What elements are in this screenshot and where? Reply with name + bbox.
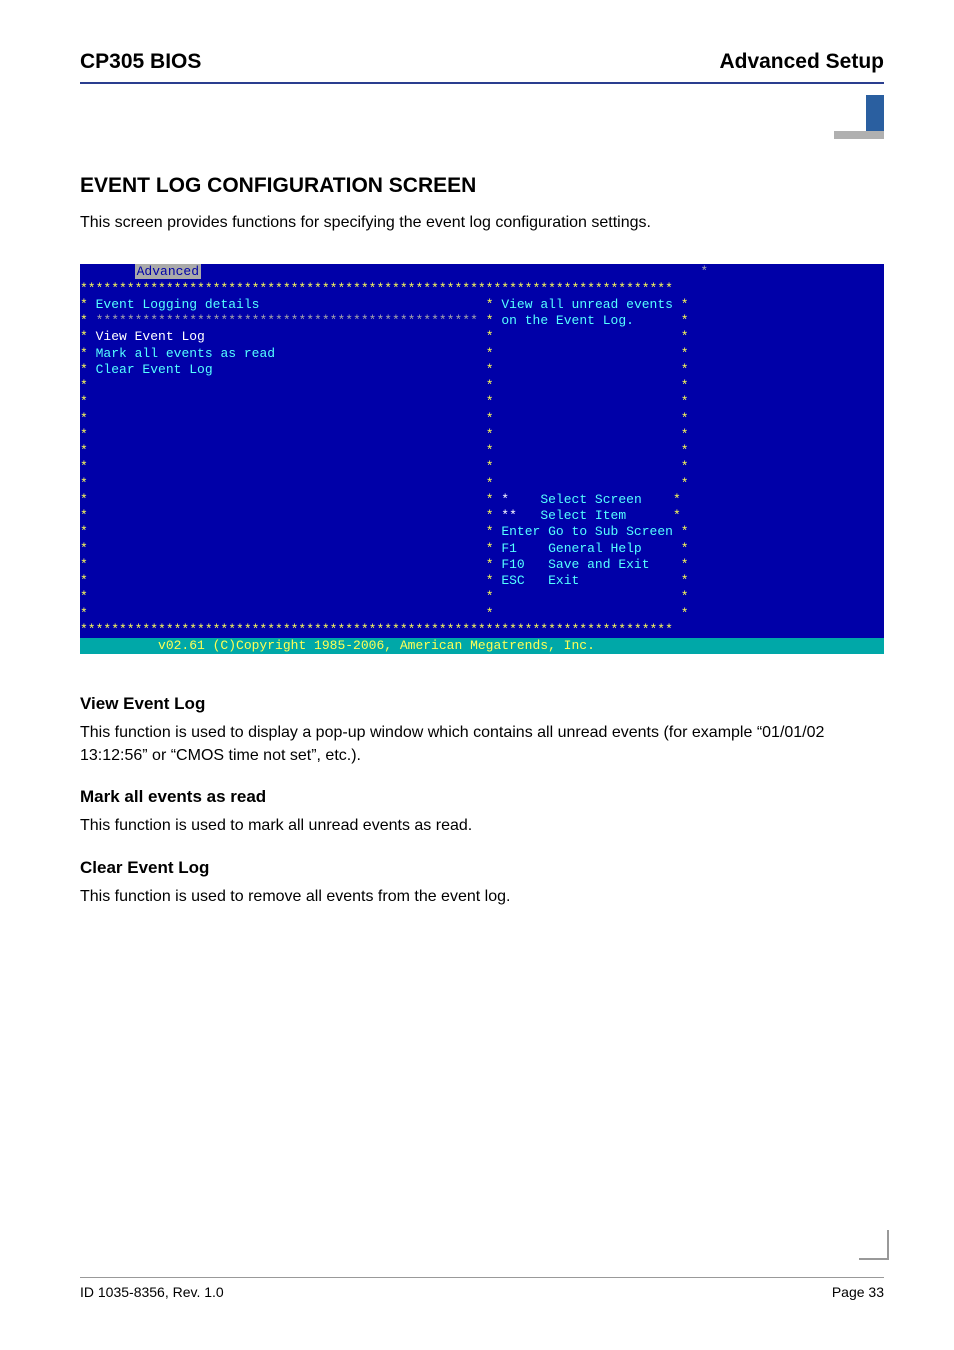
mark-events-body: This function is used to mark all unread…	[80, 815, 884, 837]
bios-nav-select-item: Select Item	[540, 508, 626, 523]
bios-nav-f10: F10 Save and Exit	[501, 557, 649, 572]
bios-item-mark: Mark all events as read	[96, 346, 275, 361]
header-left: CP305 BIOS	[80, 50, 201, 74]
brand-logo	[824, 95, 884, 145]
bios-section-header: Event Logging details	[96, 297, 260, 312]
intro-paragraph: This screen provides functions for speci…	[80, 212, 884, 234]
bios-screenshot: Advanced * *****************************…	[80, 264, 884, 654]
section-title: EVENT LOG CONFIGURATION SCREEN	[80, 174, 884, 198]
header-right: Advanced Setup	[719, 50, 884, 74]
crop-mark-icon	[859, 1230, 889, 1260]
page-header: CP305 BIOS Advanced Setup	[80, 50, 884, 82]
bios-nav-esc: ESC Exit	[501, 573, 579, 588]
bios-item-view: View Event Log	[96, 329, 205, 344]
bios-tab-advanced: Advanced	[135, 264, 201, 279]
view-event-log-body: This function is used to display a pop-u…	[80, 722, 884, 767]
view-event-log-title: View Event Log	[80, 694, 884, 714]
footer-right: Page 33	[832, 1284, 884, 1300]
bios-footer: v02.61 (C)Copyright 1985-2006, American …	[158, 638, 595, 653]
bios-item-clear: Clear Event Log	[96, 362, 213, 377]
bios-nav-enter: Enter Go to Sub Screen	[501, 524, 673, 539]
clear-event-log-body: This function is used to remove all even…	[80, 886, 884, 908]
footer-left: ID 1035-8356, Rev. 1.0	[80, 1284, 224, 1300]
mark-events-title: Mark all events as read	[80, 787, 884, 807]
bios-help-line1: View all unread events	[501, 297, 673, 312]
page-footer: ID 1035-8356, Rev. 1.0 Page 33	[80, 1277, 884, 1300]
bios-help-line2: on the Event Log.	[501, 313, 634, 328]
bios-nav-f1: F1 General Help	[501, 541, 641, 556]
bios-nav-select-screen: Select Screen	[540, 492, 641, 507]
header-rule	[80, 82, 884, 84]
clear-event-log-title: Clear Event Log	[80, 858, 884, 878]
